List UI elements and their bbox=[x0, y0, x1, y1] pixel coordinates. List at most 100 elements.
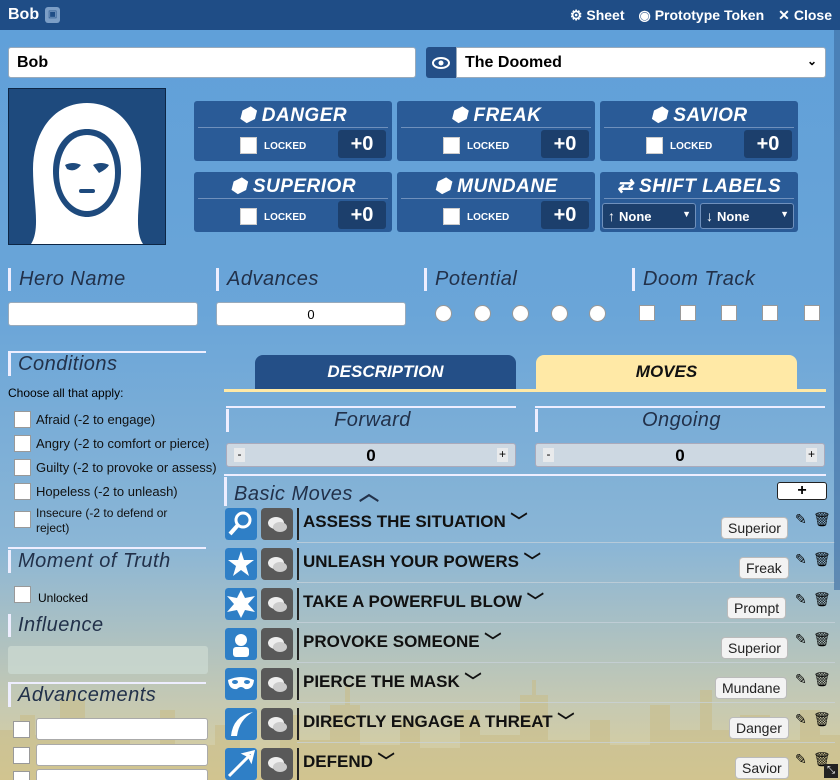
stat-value[interactable]: +0 bbox=[744, 130, 792, 158]
checkbox[interactable] bbox=[14, 411, 31, 428]
advancement-checkbox[interactable] bbox=[13, 747, 30, 764]
character-name-input[interactable]: Bob bbox=[8, 47, 416, 78]
checkbox[interactable] bbox=[14, 435, 31, 452]
chevron-down-icon[interactable]: ﹀ bbox=[511, 512, 528, 531]
doom-checkbox[interactable] bbox=[721, 305, 737, 321]
gear-icon: ⚙ bbox=[569, 6, 583, 23]
move-row[interactable]: PIERCE THE MASK ﹀ Mundane ✎ 🗑 bbox=[225, 665, 835, 703]
move-row[interactable]: UNLEASH YOUR POWERS ﹀ Freak ✎ 🗑 bbox=[225, 545, 835, 583]
checkbox[interactable] bbox=[14, 459, 31, 476]
advances-input[interactable]: 0 bbox=[216, 302, 406, 326]
playbook-select[interactable]: The Doomed ⌄ bbox=[456, 47, 826, 78]
shield-arrow-icon[interactable] bbox=[225, 748, 257, 780]
forward-plus-button[interactable]: + bbox=[497, 448, 508, 462]
move-stat-tag: Freak bbox=[739, 557, 789, 579]
close-button[interactable]: ✕ Close bbox=[778, 7, 832, 24]
chat-icon[interactable] bbox=[261, 628, 293, 660]
power-burst-icon[interactable] bbox=[225, 548, 257, 580]
edit-icon[interactable]: ✎ bbox=[795, 591, 807, 608]
potential-dot[interactable] bbox=[589, 305, 606, 322]
add-move-button[interactable]: + bbox=[777, 482, 827, 500]
hero-name-input[interactable] bbox=[8, 302, 198, 326]
stat-savior: ⬢ SAVIOR LOCKED +0 bbox=[600, 101, 798, 161]
chevron-down-icon[interactable]: ﹀ bbox=[378, 752, 395, 771]
stat-value[interactable]: +0 bbox=[338, 130, 386, 158]
chevron-down-icon[interactable]: ﹀ bbox=[524, 552, 541, 571]
shift-down-select[interactable]: ↓ None ▼ bbox=[700, 203, 794, 229]
basic-moves-heading[interactable]: Basic Moves ︿ bbox=[224, 477, 379, 506]
chat-icon[interactable] bbox=[261, 748, 293, 780]
lock-checkbox[interactable] bbox=[240, 137, 257, 154]
ongoing-counter: - 0 + bbox=[535, 443, 825, 467]
potential-dot[interactable] bbox=[435, 305, 452, 322]
chevron-down-icon[interactable]: ﹀ bbox=[557, 712, 574, 731]
chevron-down-icon[interactable]: ﹀ bbox=[527, 592, 544, 611]
trash-icon[interactable]: 🗑 bbox=[813, 671, 831, 688]
moment-unlocked-checkbox[interactable] bbox=[14, 586, 31, 603]
lock-checkbox[interactable] bbox=[240, 208, 257, 225]
move-row[interactable]: PROVOKE SOMEONE ﹀ Superior ✎ 🗑 bbox=[225, 625, 835, 663]
stat-value[interactable]: +0 bbox=[541, 130, 589, 158]
potential-dot[interactable] bbox=[551, 305, 568, 322]
chat-icon[interactable] bbox=[261, 668, 293, 700]
doom-checkbox[interactable] bbox=[639, 305, 655, 321]
edit-icon[interactable]: ✎ bbox=[795, 711, 807, 728]
lock-checkbox[interactable] bbox=[443, 208, 460, 225]
potential-dot[interactable] bbox=[474, 305, 491, 322]
mask-icon[interactable] bbox=[225, 668, 257, 700]
chevron-down-icon[interactable]: ﹀ bbox=[484, 632, 501, 651]
ongoing-plus-button[interactable]: + bbox=[806, 448, 817, 462]
chevron-down-icon[interactable]: ﹀ bbox=[465, 672, 482, 691]
advancement-checkbox[interactable] bbox=[13, 721, 30, 738]
impact-icon[interactable] bbox=[225, 588, 257, 620]
trash-icon[interactable]: 🗑 bbox=[813, 551, 831, 568]
move-row[interactable]: TAKE A POWERFUL BLOW ﹀ Prompt ✎ 🗑 bbox=[225, 585, 835, 623]
checkbox[interactable] bbox=[14, 511, 31, 528]
resize-handle-icon[interactable]: ⤡ bbox=[824, 764, 838, 778]
edit-icon[interactable]: ✎ bbox=[795, 671, 807, 688]
tab-description[interactable]: DESCRIPTION bbox=[255, 355, 516, 389]
move-row[interactable]: DEFEND ﹀ Savior ✎ 🗑 bbox=[225, 745, 835, 780]
stat-mundane: ⬢ MUNDANE LOCKED +0 bbox=[397, 172, 595, 232]
chat-icon[interactable] bbox=[261, 508, 293, 540]
advancement-checkbox[interactable] bbox=[13, 771, 30, 780]
doom-checkbox[interactable] bbox=[680, 305, 696, 321]
tab-moves[interactable]: MOVES bbox=[536, 355, 797, 389]
stat-value[interactable]: +0 bbox=[541, 201, 589, 229]
slash-icon[interactable] bbox=[225, 708, 257, 740]
influence-input[interactable] bbox=[8, 646, 208, 674]
sheet-config-button[interactable]: ⚙ Sheet bbox=[570, 7, 625, 24]
chat-icon[interactable] bbox=[261, 548, 293, 580]
advancement-input[interactable] bbox=[36, 744, 208, 766]
advancement-input[interactable] bbox=[36, 769, 208, 780]
eye-icon[interactable] bbox=[426, 47, 456, 78]
shift-up-select[interactable]: ↑ None ▼ bbox=[602, 203, 696, 229]
trash-icon[interactable]: 🗑 bbox=[813, 711, 831, 728]
provoke-icon[interactable] bbox=[225, 628, 257, 660]
trash-icon[interactable]: 🗑 bbox=[813, 511, 831, 528]
doom-checkbox[interactable] bbox=[762, 305, 778, 321]
document-id-icon[interactable]: ▣ bbox=[45, 7, 61, 23]
edit-icon[interactable]: ✎ bbox=[795, 551, 807, 568]
stat-value[interactable]: +0 bbox=[338, 201, 386, 229]
lock-checkbox[interactable] bbox=[646, 137, 663, 154]
checkbox[interactable] bbox=[14, 483, 31, 500]
scrollbar[interactable] bbox=[834, 30, 840, 590]
character-portrait[interactable] bbox=[8, 88, 166, 245]
edit-icon[interactable]: ✎ bbox=[795, 511, 807, 528]
potential-dot[interactable] bbox=[512, 305, 529, 322]
chat-icon[interactable] bbox=[261, 708, 293, 740]
move-row[interactable]: DIRECTLY ENGAGE A THREAT ﹀ Danger ✎ 🗑 bbox=[225, 705, 835, 743]
chat-icon[interactable] bbox=[261, 588, 293, 620]
advancement-input[interactable] bbox=[36, 718, 208, 740]
trash-icon[interactable]: 🗑 bbox=[813, 591, 831, 608]
trash-icon[interactable]: 🗑 bbox=[813, 631, 831, 648]
move-row[interactable]: ASSESS THE SITUATION ﹀ Superior ✎ 🗑 bbox=[225, 505, 835, 543]
edit-icon[interactable]: ✎ bbox=[795, 631, 807, 648]
cube-icon: ⬢ bbox=[229, 176, 248, 197]
doom-checkbox[interactable] bbox=[804, 305, 820, 321]
lock-checkbox[interactable] bbox=[443, 137, 460, 154]
prototype-token-button[interactable]: ◉ Prototype Token bbox=[639, 7, 765, 24]
edit-icon[interactable]: ✎ bbox=[795, 751, 807, 768]
magnifier-icon[interactable] bbox=[225, 508, 257, 540]
